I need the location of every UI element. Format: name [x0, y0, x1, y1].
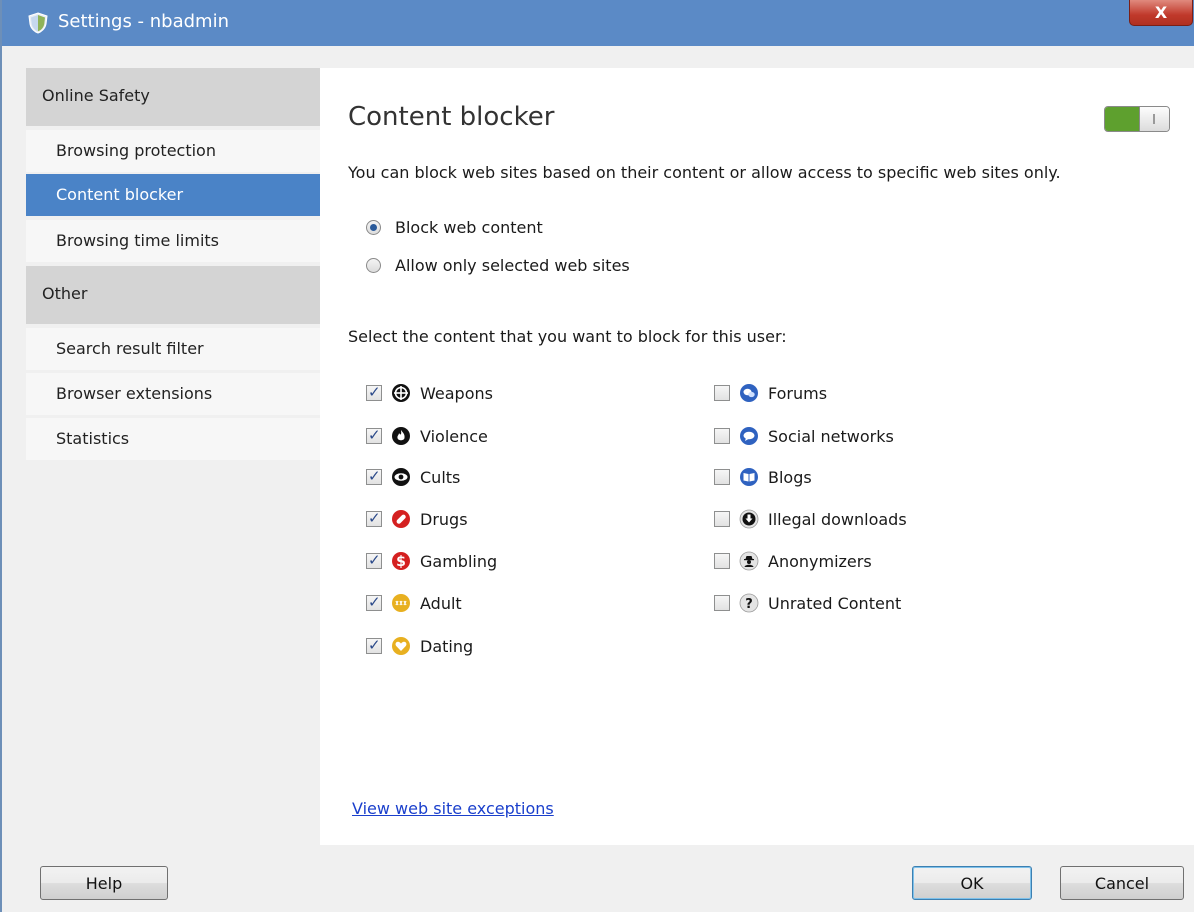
sidebar-item-browsing-protection[interactable]: Browsing protection	[26, 130, 320, 172]
close-button[interactable]: X	[1129, 0, 1193, 26]
category-anonymizers[interactable]: Anonymizers	[714, 549, 872, 573]
shield-logo-icon	[26, 11, 50, 35]
category-violence[interactable]: Violence	[366, 424, 488, 448]
category-illegal-downloads[interactable]: Illegal downloads	[714, 507, 907, 531]
radio-button-checked[interactable]	[366, 219, 381, 235]
checkbox[interactable]	[714, 428, 730, 444]
radio-allow-selected-sites[interactable]: Allow only selected web sites	[366, 254, 630, 276]
category-label: Cults	[420, 467, 461, 487]
category-cults[interactable]: Cults	[366, 465, 460, 489]
spy-icon	[738, 550, 760, 572]
category-drugs[interactable]: Drugs	[366, 507, 468, 531]
speech-bubble-icon	[738, 425, 760, 447]
sidebar-item-content-blocker[interactable]: Content blocker	[26, 174, 320, 216]
checkbox-checked[interactable]	[366, 551, 382, 569]
radio-block-web-content[interactable]: Block web content	[366, 216, 543, 238]
checkbox[interactable]	[714, 595, 730, 611]
crosshair-icon	[390, 382, 412, 404]
dollar-icon: $	[390, 550, 412, 572]
page-title: Content blocker	[348, 102, 555, 132]
category-label: Gambling	[420, 551, 498, 571]
category-label: Violence	[420, 426, 488, 446]
checkbox-checked[interactable]	[366, 509, 382, 527]
radio-label: Block web content	[395, 217, 543, 237]
svg-text:$: $	[396, 554, 406, 570]
category-label: Forums	[768, 383, 828, 403]
view-exceptions-link[interactable]: View web site exceptions	[352, 799, 554, 818]
sidebar-item-browser-extensions[interactable]: Browser extensions	[26, 373, 320, 415]
category-gambling[interactable]: $ Gambling	[366, 549, 497, 573]
checkbox-checked[interactable]	[366, 426, 382, 444]
sidebar: Online Safety Browsing protection Conten…	[26, 68, 320, 845]
ok-button[interactable]: OK	[912, 866, 1032, 900]
help-button[interactable]: Help	[40, 866, 168, 900]
question-icon: ?	[738, 592, 760, 614]
checkbox[interactable]	[714, 553, 730, 569]
checkbox-checked[interactable]	[366, 593, 382, 611]
checkbox-checked[interactable]	[366, 467, 382, 485]
sidebar-item-statistics[interactable]: Statistics	[26, 418, 320, 460]
category-label: Anonymizers	[768, 551, 872, 571]
category-label: Blogs	[768, 467, 812, 487]
sidebar-item-search-result-filter[interactable]: Search result filter	[26, 328, 320, 370]
radio-label: Allow only selected web sites	[395, 255, 630, 275]
category-label: Dating	[420, 636, 474, 656]
category-adult[interactable]: Adult	[366, 591, 462, 615]
chat-bubbles-icon	[738, 382, 760, 404]
svg-text:?: ?	[745, 597, 753, 612]
select-content-label: Select the content that you want to bloc…	[348, 327, 787, 346]
download-arrow-icon	[738, 508, 760, 530]
toggle-knob	[1139, 107, 1169, 131]
cancel-button[interactable]: Cancel	[1060, 866, 1184, 900]
category-social-networks[interactable]: Social networks	[714, 424, 894, 448]
heart-icon	[390, 635, 412, 657]
category-dating[interactable]: Dating	[366, 634, 473, 658]
content-panel: Content blocker You can block web sites …	[320, 68, 1194, 845]
checkbox[interactable]	[714, 385, 730, 401]
window-title: Settings - nbadmin	[58, 11, 229, 32]
category-label: Unrated Content	[768, 593, 902, 613]
category-forums[interactable]: Forums	[714, 381, 827, 405]
category-label: Illegal downloads	[768, 509, 907, 529]
category-label: Drugs	[420, 509, 468, 529]
checkbox[interactable]	[714, 469, 730, 485]
title-bar: Settings - nbadmin X	[2, 0, 1194, 46]
category-weapons[interactable]: Weapons	[366, 381, 493, 405]
radio-button[interactable]	[366, 257, 381, 273]
category-label: Social networks	[768, 426, 894, 446]
checkbox[interactable]	[714, 511, 730, 527]
sidebar-section-online-safety: Online Safety	[26, 68, 320, 126]
content-blocker-toggle[interactable]	[1104, 106, 1170, 132]
fire-icon	[390, 425, 412, 447]
eye-icon	[390, 466, 412, 488]
pill-icon	[390, 508, 412, 530]
toggle-on-fill	[1105, 107, 1139, 131]
close-icon: X	[1154, 3, 1168, 22]
checkbox-checked[interactable]	[366, 636, 382, 654]
sidebar-section-other: Other	[26, 266, 320, 324]
category-label: Weapons	[420, 383, 493, 403]
category-unrated-content[interactable]: ? Unrated Content	[714, 591, 901, 615]
book-icon	[738, 466, 760, 488]
category-label: Adult	[420, 593, 462, 613]
description-text: You can block web sites based on their c…	[348, 163, 1061, 182]
xxx-icon	[390, 592, 412, 614]
sidebar-item-browsing-time-limits[interactable]: Browsing time limits	[26, 220, 320, 262]
settings-window: Settings - nbadmin X Online Safety Brows…	[0, 0, 1194, 912]
checkbox-checked[interactable]	[366, 383, 382, 401]
category-blogs[interactable]: Blogs	[714, 465, 812, 489]
